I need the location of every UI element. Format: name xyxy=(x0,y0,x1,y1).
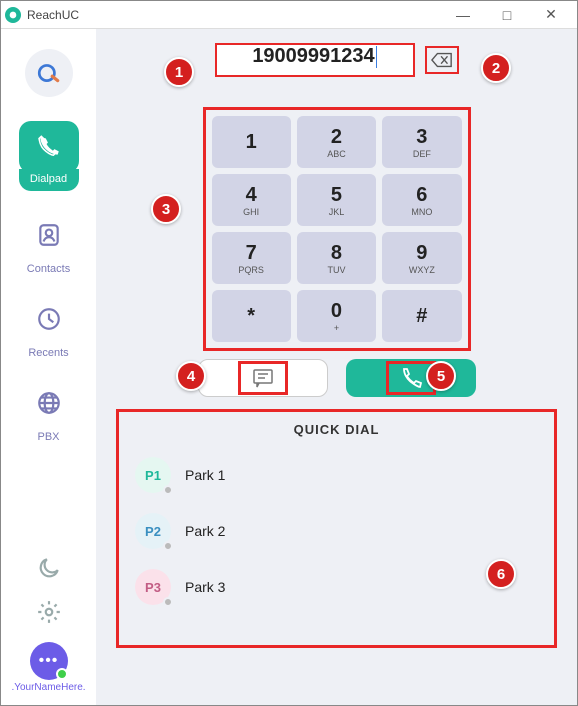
phone-icon xyxy=(399,366,423,390)
keypad-key-5[interactable]: 5JKL xyxy=(297,174,376,226)
keypad-key-#[interactable]: # xyxy=(382,290,461,342)
key-letters: ABC xyxy=(327,149,346,159)
key-letters: DEF xyxy=(413,149,431,159)
window-minimize[interactable]: — xyxy=(441,3,485,27)
keypad-key-2[interactable]: 2ABC xyxy=(297,116,376,168)
call-button[interactable] xyxy=(346,359,476,397)
sidebar-item-dialpad[interactable]: Dialpad xyxy=(10,121,88,191)
window-maximize[interactable]: □ xyxy=(485,3,529,27)
key-letters: JKL xyxy=(329,207,345,217)
quick-dial-avatar: P2 xyxy=(135,513,171,549)
keypad-key-3[interactable]: 3DEF xyxy=(382,116,461,168)
sidebar-item-label: Dialpad xyxy=(19,169,79,191)
key-letters: PQRS xyxy=(238,265,264,275)
quick-dial-label: Park 1 xyxy=(185,467,225,483)
key-digit: 3 xyxy=(416,126,427,149)
sidebar-item-contacts[interactable]: Contacts xyxy=(10,209,88,275)
keypad-key-4[interactable]: 4GHI xyxy=(212,174,291,226)
keypad-key-7[interactable]: 7PQRS xyxy=(212,232,291,284)
key-letters: MNO xyxy=(411,207,432,217)
backspace-icon xyxy=(431,52,453,68)
quick-dial-panel: QUICK DIAL P1 Park 1 P2 Park 2 P3 Park 3 xyxy=(116,409,557,648)
quick-dial-avatar: P3 xyxy=(135,569,171,605)
titlebar: ReachUC — □ ✕ xyxy=(1,1,577,29)
quick-dial-item[interactable]: P3 Park 3 xyxy=(135,569,538,605)
presence-dot xyxy=(163,485,173,495)
quick-dial-avatar: P1 xyxy=(135,457,171,493)
key-letters: + xyxy=(334,323,339,333)
keypad-key-*[interactable]: * xyxy=(212,290,291,342)
presence-dot xyxy=(163,541,173,551)
sidebar-item-label: Recents xyxy=(28,347,68,359)
key-digit: 9 xyxy=(416,242,427,265)
key-letters: TUV xyxy=(327,265,345,275)
sidebar-item-label: PBX xyxy=(37,431,59,443)
annotation-badge-1: 1 xyxy=(164,57,194,87)
main-panel: 19009991234 12ABC3DEF4GHI5JKL6MNO7PQRS8T… xyxy=(96,29,577,705)
key-letters: GHI xyxy=(243,207,259,217)
key-digit: * xyxy=(247,305,255,328)
annotation-badge-5: 5 xyxy=(426,361,456,391)
settings-button[interactable] xyxy=(35,598,63,626)
profile[interactable]: ••• .YourNameHere. xyxy=(11,642,85,693)
sidebar-item-recents[interactable]: Recents xyxy=(10,293,88,359)
key-digit: 6 xyxy=(416,184,427,207)
backspace-button[interactable] xyxy=(425,46,459,74)
quick-dial-label: Park 3 xyxy=(185,579,225,595)
quick-dial-title: QUICK DIAL xyxy=(135,422,538,437)
annotation-badge-3: 3 xyxy=(151,194,181,224)
key-digit: 4 xyxy=(246,184,257,207)
key-digit: 2 xyxy=(331,126,342,149)
key-digit: 0 xyxy=(331,300,342,323)
avatar[interactable]: ••• xyxy=(30,642,68,680)
key-digit: # xyxy=(416,305,427,328)
number-input[interactable]: 19009991234 xyxy=(215,43,415,77)
dnd-toggle[interactable] xyxy=(35,554,63,582)
keypad-key-6[interactable]: 6MNO xyxy=(382,174,461,226)
annotation-badge-4: 4 xyxy=(176,361,206,391)
quick-dial-label: Park 2 xyxy=(185,523,225,539)
annotation-badge-6: 6 xyxy=(486,559,516,589)
keypad-key-1[interactable]: 1 xyxy=(212,116,291,168)
number-value: 19009991234 xyxy=(252,45,374,67)
app-title: ReachUC xyxy=(27,8,79,22)
app-icon xyxy=(5,7,21,23)
quick-dial-item[interactable]: P1 Park 1 xyxy=(135,457,538,493)
window-close[interactable]: ✕ xyxy=(529,3,573,27)
key-digit: 1 xyxy=(246,131,257,154)
sidebar-item-pbx[interactable]: PBX xyxy=(10,377,88,443)
quick-dial-item[interactable]: P2 Park 2 xyxy=(135,513,538,549)
key-letters: WXYZ xyxy=(409,265,435,275)
keypad-key-8[interactable]: 8TUV xyxy=(297,232,376,284)
key-digit: 7 xyxy=(246,242,257,265)
logo-icon xyxy=(25,49,73,97)
key-digit: 5 xyxy=(331,184,342,207)
keypad: 12ABC3DEF4GHI5JKL6MNO7PQRS8TUV9WXYZ*0+# xyxy=(203,107,471,351)
profile-name: .YourNameHere. xyxy=(11,682,85,693)
message-icon xyxy=(251,366,275,390)
annotation-badge-2: 2 xyxy=(481,53,511,83)
keypad-key-0[interactable]: 0+ xyxy=(297,290,376,342)
message-button[interactable] xyxy=(198,359,328,397)
presence-indicator xyxy=(56,668,68,680)
key-digit: 8 xyxy=(331,242,342,265)
presence-dot xyxy=(163,597,173,607)
keypad-key-9[interactable]: 9WXYZ xyxy=(382,232,461,284)
sidebar-item-label: Contacts xyxy=(27,263,70,275)
avatar-dots-icon: ••• xyxy=(39,652,59,670)
sidebar: Dialpad Contacts Recents PBX ••• xyxy=(1,29,96,705)
